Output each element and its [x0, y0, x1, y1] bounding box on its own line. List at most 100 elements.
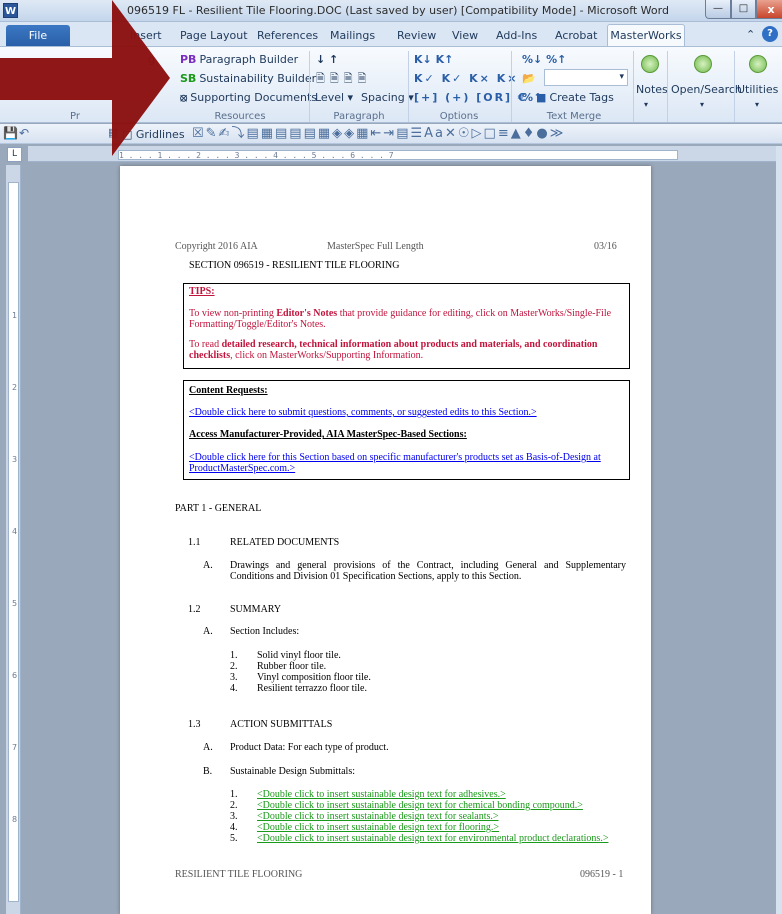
sustainable-link-epd[interactable]: <Double click to insert sustainable desi… — [257, 833, 608, 844]
close-button[interactable]: x — [756, 0, 782, 19]
group-separator — [633, 51, 634, 122]
tab-view[interactable]: View — [452, 25, 478, 46]
tab-masterworks[interactable]: MasterWorks — [607, 24, 685, 46]
list-item: Rubber floor tile. — [257, 661, 327, 672]
paragraph-style-icons[interactable]: 🗎🗎🗎🗎 — [316, 70, 371, 87]
tips-box: TIPS: To view non-printing Editor's Note… — [183, 283, 630, 369]
sustainability-builder-label: Sustainability Builder — [199, 72, 317, 85]
submit-questions-link[interactable]: <Double click here to submit questions, … — [189, 407, 537, 418]
document-page[interactable]: Copyright 2016 AIA MasterSpec Full Lengt… — [120, 166, 651, 914]
tab-references[interactable]: References — [257, 25, 318, 46]
utilities-label: Utilities — [737, 83, 779, 96]
help-icon[interactable]: ? — [762, 26, 778, 42]
paragraph-letter: A. — [203, 626, 213, 637]
group-label-paragraph: Paragraph — [333, 111, 385, 122]
tips-p1-line1: To view non-printing Editor's Notes that… — [189, 308, 611, 319]
level-arrows-icon[interactable]: ↓ ↑ — [316, 51, 338, 68]
create-tags-label: Create Tags — [549, 91, 614, 104]
notes-icon — [641, 55, 659, 73]
vertical-ruler-marks: 1 2 3 4 5 6 7 8 — [8, 182, 19, 902]
open-folder-icon[interactable]: 📂 — [522, 70, 536, 87]
tips-heading: TIPS: — [189, 286, 215, 297]
content-requests-heading: Content Requests: — [189, 385, 268, 396]
header-left: Copyright 2016 AIA — [175, 241, 258, 252]
group-separator — [511, 51, 512, 122]
ruler-mark: 4 — [11, 527, 18, 536]
minimize-icon: — — [713, 3, 723, 14]
notes-label: Notes — [636, 83, 668, 96]
group-separator — [667, 51, 668, 122]
tab-add-ins[interactable]: Add-Ins — [496, 25, 537, 46]
spacing-label: Spacing — [361, 91, 405, 104]
list-item: Vinyl composition floor tile. — [257, 672, 371, 683]
group-label-text-merge: Text Merge — [546, 111, 602, 122]
tips-bold: checklists — [189, 350, 231, 361]
tab-review[interactable]: Review — [397, 25, 436, 46]
tab-mailings[interactable]: Mailings — [330, 25, 375, 46]
sustainable-link-chemical-bonding[interactable]: <Double click to insert sustainable desi… — [257, 800, 583, 811]
tab-acrobat[interactable]: Acrobat — [555, 25, 597, 46]
create-tags-button[interactable]: % ■ Create Tags — [522, 89, 614, 106]
option-markers-icons[interactable]: K↓ K↑ — [414, 51, 453, 68]
sustainable-link-sealants[interactable]: <Double click to insert sustainable desi… — [257, 811, 499, 822]
option-toggle-icons[interactable]: K✓ K✓ K× K× — [414, 70, 518, 87]
content-requests-box: Content Requests: <Double click here to … — [183, 380, 630, 480]
tips-p2-line1: To read detailed research, technical inf… — [189, 339, 597, 350]
tips-bold: detailed research, technical information… — [221, 339, 598, 350]
article-number: 1.1 — [188, 537, 201, 548]
level-dropdown[interactable]: Level ▾ — [315, 89, 353, 106]
create-tags-icon: % — [522, 91, 534, 104]
vertical-scrollbar[interactable] — [776, 146, 782, 914]
article-title: SUMMARY — [230, 604, 282, 615]
minimize-button[interactable]: — — [705, 0, 731, 19]
spacing-dropdown[interactable]: Spacing ▾ — [361, 89, 414, 106]
tips-text: To view non-printing — [189, 308, 277, 319]
group-separator — [734, 51, 735, 122]
article-number: 1.2 — [188, 604, 201, 615]
list-number: 1. — [230, 650, 238, 661]
ruler-mark: 8 — [11, 815, 18, 824]
header-center: MasterSpec Full Length — [327, 241, 424, 252]
list-number: 3. — [230, 672, 238, 683]
maximize-button[interactable]: □ — [731, 0, 756, 19]
maximize-icon: □ — [738, 3, 749, 14]
list-number: 4. — [230, 683, 238, 694]
dropdown-icon: ▾ — [700, 100, 705, 109]
related-documents-line1: Drawings and general provisions of the C… — [230, 560, 626, 571]
dropdown-icon: ▾ — [644, 100, 649, 109]
merge-sort-icons[interactable]: %↓ %↑ — [522, 51, 566, 68]
dropdown-icon: ▾ — [619, 72, 624, 82]
list-number: 4. — [230, 822, 238, 833]
list-item: Solid vinyl floor tile. — [257, 650, 341, 661]
notes-button[interactable]: Notes — [636, 81, 668, 98]
sustainable-link-flooring[interactable]: <Double click to insert sustainable desi… — [257, 822, 499, 833]
merge-field-select[interactable]: ▾ — [544, 69, 628, 86]
header-right: 03/16 — [594, 241, 617, 252]
ruler-mark: 1 — [11, 311, 18, 320]
open-search-button[interactable]: Open/Search — [671, 81, 742, 98]
tips-bold: Editor's Notes — [276, 308, 338, 319]
tips-text: that provide guidance for editing, click… — [337, 308, 612, 319]
ruler-mark: 3 — [11, 455, 18, 464]
paragraph-letter: A. — [203, 742, 213, 753]
quick-access-icon-strip[interactable]: ☒✎✍⤵▤▦▤▤▤▦◈◈▦⇤⇥▤☰Aa✕☉▷□≡▲♦●≫ — [192, 125, 777, 143]
group-separator — [309, 51, 310, 122]
footer-left: RESILIENT TILE FLOORING — [175, 869, 303, 880]
basis-of-design-link-line1[interactable]: <Double click here for this Section base… — [189, 452, 601, 463]
ribbon-minimize-icon[interactable]: ⌃ — [746, 28, 755, 41]
product-data-text: Product Data: For each type of product. — [230, 742, 389, 753]
sustainable-link-adhesives[interactable]: <Double click to insert sustainable desi… — [257, 789, 506, 800]
group-separator — [408, 51, 409, 122]
basis-of-design-link-line2[interactable]: ProductMasterSpec.com.> — [189, 463, 295, 474]
paragraph-letter: A. — [203, 560, 213, 571]
dropdown-icon: ▾ — [755, 100, 760, 109]
close-icon: x — [767, 3, 775, 16]
tips-p1-line2: Formatting/Toggle/Editor's Notes. — [189, 319, 326, 330]
list-number: 2. — [230, 800, 238, 811]
related-documents-line2: Conditions and Division 01 Specification… — [230, 571, 522, 582]
dropdown-icon: ▾ — [404, 91, 414, 104]
section-title: SECTION 096519 - RESILIENT TILE FLOORING — [189, 260, 400, 271]
ruler-mark: 6 — [11, 671, 18, 680]
article-title: ACTION SUBMITTALS — [230, 719, 333, 730]
tips-text: , click on MasterWorks/Supporting Inform… — [230, 350, 424, 361]
